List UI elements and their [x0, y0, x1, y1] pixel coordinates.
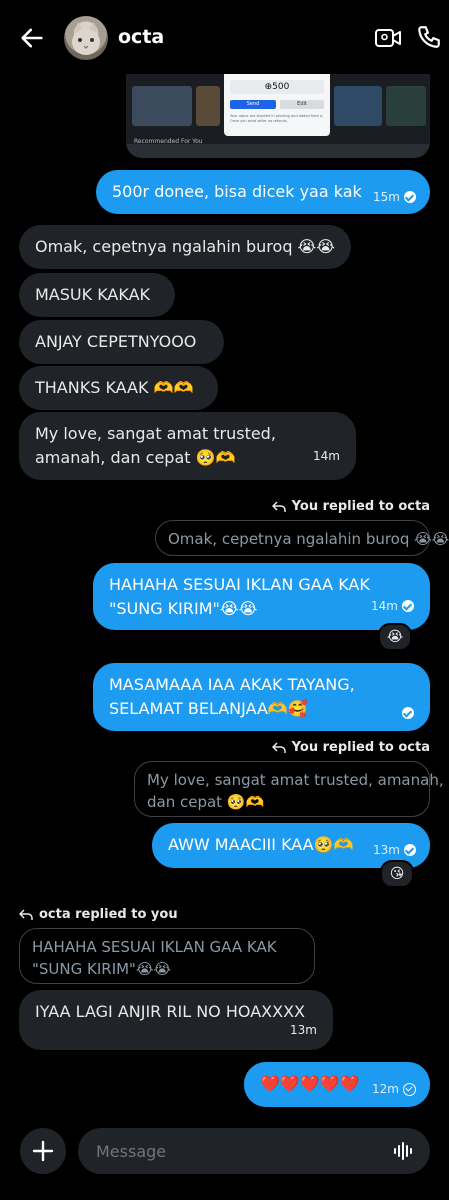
reply-indicator: You replied to octa — [271, 740, 430, 755]
reply-indicator-text: You replied to octa — [291, 499, 430, 514]
fine-print: Your robux are stashed in pending and ad… — [230, 114, 324, 123]
quoted-message[interactable]: My love, sangat amat trusted, amanah, da… — [134, 761, 444, 817]
message-text-line: My love, sangat amat trusted, — [35, 424, 276, 443]
message-bubble-incoming[interactable]: THANKS KAAK 🫶🫶 — [19, 366, 218, 410]
message-time: 13m — [373, 843, 400, 857]
message-bubble-incoming[interactable]: My love, sangat amat trusted, amanah, da… — [19, 412, 356, 480]
read-check-icon — [404, 844, 416, 856]
sent-check-icon — [403, 1082, 416, 1096]
message-text: ❤️❤️❤️❤️❤️ — [260, 1074, 360, 1093]
quoted-text-line: My love, sangat amat trusted, amanah, — [147, 771, 444, 789]
quoted-message[interactable]: Omak, cepetnya ngalahin buroq 😭😭 — [155, 520, 449, 556]
quoted-text-line: "SUNG KIRIM"😭😭 — [32, 960, 172, 978]
message-text: ANJAY CEPETNYOOO — [35, 332, 197, 351]
message-time: 14m — [313, 449, 340, 463]
message-bubble-outgoing[interactable]: HAHAHA SESUAI IKLAN GAA KAK "SUNG KIRIM"… — [93, 563, 430, 630]
reply-arrow-icon — [19, 908, 33, 920]
message-time: 12m — [372, 1082, 399, 1096]
reaction-badge[interactable]: 😘 — [380, 860, 414, 888]
message-bubble-outgoing[interactable]: 500r donee, bisa dicek yaa kak 15m — [96, 170, 430, 214]
phone-call-icon[interactable] — [416, 24, 442, 50]
message-time: 15m — [373, 190, 400, 204]
back-arrow-icon[interactable] — [18, 24, 46, 52]
message-bubble-incoming[interactable]: Omak, cepetnya ngalahin buroq 😭😭 — [19, 225, 351, 269]
reply-indicator-text: You replied to octa — [291, 740, 430, 755]
message-text: AWW MAACIII KAA🥺🫶 — [168, 835, 354, 854]
quoted-text: Omak, cepetnya ngalahin buroq 😭😭 — [168, 530, 449, 548]
message-text-line: HAHAHA SESUAI IKLAN GAA KAK — [109, 575, 370, 594]
message-time: 13m — [290, 1023, 317, 1037]
message-bubble-incoming[interactable]: MASUK KAKAK — [19, 273, 175, 317]
send-button: Send — [230, 100, 276, 109]
message-text: MASUK KAKAK — [35, 285, 150, 304]
reply-arrow-icon — [271, 741, 286, 753]
avatar[interactable] — [64, 16, 108, 60]
edit-button: Edit — [280, 100, 324, 109]
message-text-line: MASAMAAA IAA AKAK TAYANG, — [109, 675, 355, 694]
reply-indicator: octa replied to you — [19, 907, 178, 922]
reply-indicator-text: octa replied to you — [39, 907, 178, 922]
chat-header: octa — [0, 0, 449, 76]
read-check-icon — [402, 600, 414, 612]
purchase-popup: ⊕500 Send Edit Your robux are stashed in… — [224, 74, 330, 136]
message-text: Omak, cepetnya ngalahin buroq 😭😭 — [35, 237, 335, 256]
read-check-icon — [404, 191, 416, 203]
thumbnail-row — [126, 144, 430, 158]
message-input[interactable] — [78, 1128, 430, 1174]
message-text: 500r donee, bisa dicek yaa kak — [112, 182, 362, 201]
message-bubble-incoming[interactable]: IYAA LAGI ANJIR RIL NO HOAXXXX 13m — [19, 990, 333, 1050]
add-attachment-button[interactable] — [20, 1128, 66, 1174]
message-bubble-outgoing[interactable]: MASAMAAA IAA AKAK TAYANG, SELAMAT BELANJ… — [93, 663, 430, 731]
reply-indicator: You replied to octa — [271, 499, 430, 514]
message-text-line: SELAMAT BELANJAA🫶🥰 — [109, 699, 308, 718]
message-text-line: amanah, dan cepat 🥺🫶 — [35, 448, 236, 467]
message-bubble-incoming[interactable]: ANJAY CEPETNYOOO — [19, 320, 224, 364]
video-call-icon[interactable] — [374, 26, 402, 50]
image-attachment[interactable]: ⊕500 Send Edit Your robux are stashed in… — [126, 74, 430, 158]
voice-message-icon[interactable] — [392, 1140, 414, 1162]
message-text: THANKS KAAK 🫶🫶 — [35, 378, 194, 397]
message-time: 14m — [371, 599, 398, 613]
reaction-badge[interactable]: 😭 — [378, 623, 412, 651]
message-composer — [0, 1120, 449, 1200]
message-text-line: "SUNG KIRIM"😭😭 — [109, 599, 258, 618]
quoted-text-line: dan cepat 🥺🫶 — [147, 793, 265, 811]
read-check-icon — [402, 707, 414, 719]
plus-icon — [32, 1140, 54, 1162]
message-text: IYAA LAGI ANJIR RIL NO HOAXXXX — [35, 1002, 305, 1021]
conversation-title[interactable]: octa — [118, 26, 164, 48]
amount-field: ⊕500 — [230, 80, 324, 94]
quoted-message[interactable]: HAHAHA SESUAI IKLAN GAA KAK "SUNG KIRIM"… — [19, 928, 315, 984]
quoted-text-line: HAHAHA SESUAI IKLAN GAA KAK — [32, 938, 277, 956]
message-bubble-outgoing[interactable]: ❤️❤️❤️❤️❤️ 12m — [244, 1062, 430, 1107]
reply-arrow-icon — [271, 500, 286, 512]
